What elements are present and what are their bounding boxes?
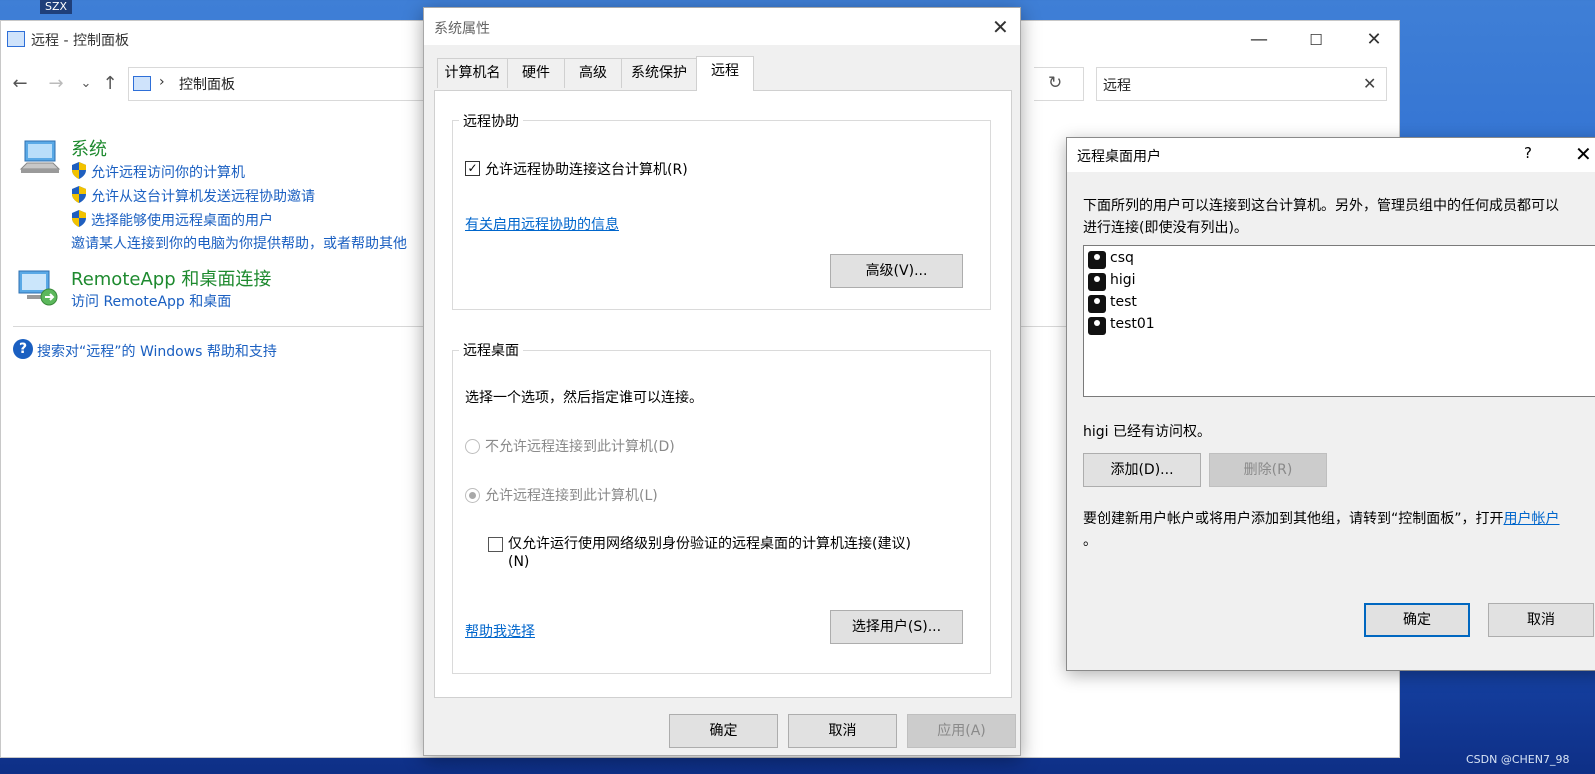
refresh-icon: ↻ xyxy=(1048,73,1063,93)
help-button[interactable]: ? xyxy=(1524,144,1532,162)
refresh-button[interactable]: ↻ xyxy=(1034,67,1084,101)
minimize-button[interactable]: — xyxy=(1248,29,1270,51)
close-button[interactable]: ✕ xyxy=(992,15,1009,39)
deny-remote-radio[interactable] xyxy=(465,439,480,454)
allow-remote-radio[interactable] xyxy=(465,488,480,503)
group-label-remote-assistance: 远程协助 xyxy=(459,111,523,131)
allow-remote-label[interactable]: 允许远程连接到此计算机(L) xyxy=(485,485,658,505)
remote-assistance-info-link[interactable]: 有关启用远程协助的信息 xyxy=(465,214,619,234)
user-name: test01 xyxy=(1110,316,1155,332)
recent-locations-icon[interactable]: ⌄ xyxy=(75,73,97,95)
users-list[interactable]: csq higi test test01 xyxy=(1083,245,1595,397)
tab-panel-remote: 远程协助 ✓ 允许远程协助连接这台计算机(R) 有关启用远程协助的信息 高级(V… xyxy=(434,90,1012,698)
tab-advanced[interactable]: 高级 xyxy=(564,58,622,88)
window-title: 远程 - 控制面板 xyxy=(31,33,129,49)
tab-computer-name[interactable]: 计算机名 xyxy=(437,58,508,88)
uac-shield-icon xyxy=(71,210,87,227)
link-select-remote-users[interactable]: 选择能够使用远程桌面的用户 xyxy=(71,210,431,230)
remoteapp-icon xyxy=(17,269,59,307)
close-button[interactable]: ✕ xyxy=(1363,29,1385,51)
dialog-title-bar[interactable]: 系统属性 ✕ xyxy=(424,8,1020,45)
user-icon xyxy=(1088,273,1106,291)
ok-button[interactable]: 确定 xyxy=(669,714,778,748)
user-icon xyxy=(1088,295,1106,313)
forward-icon[interactable]: → xyxy=(45,73,67,95)
control-panel-icon xyxy=(7,31,25,47)
dialog-title: 系统属性 xyxy=(434,21,490,37)
link-label: 选择能够使用远程桌面的用户 xyxy=(91,213,273,229)
note-end: 。 xyxy=(1083,533,1097,549)
user-accounts-link[interactable]: 用户帐户 xyxy=(1504,511,1560,527)
cancel-button[interactable]: 取消 xyxy=(1488,603,1594,637)
back-icon[interactable]: ← xyxy=(9,73,31,95)
dialog-title-bar[interactable]: 远程桌面用户 ? ✕ xyxy=(1067,138,1595,172)
access-status: higi 已经有访问权。 xyxy=(1083,424,1211,440)
dialog-title: 远程桌面用户 xyxy=(1077,149,1161,165)
link-allow-remote-access[interactable]: 允许远程访问你的计算机 xyxy=(71,162,431,182)
ok-button[interactable]: 确定 xyxy=(1364,603,1470,637)
link-access-remoteapp[interactable]: 访问 RemoteApp 和桌面 xyxy=(71,291,231,311)
clear-search-icon[interactable]: ✕ xyxy=(1363,74,1376,93)
description-line-1: 下面所列的用户可以连接到这台计算机。另外，管理员组中的任何成员都可以 xyxy=(1083,198,1559,214)
user-name: csq xyxy=(1110,250,1134,266)
description-line-2: 进行连接(即使没有列出)。 xyxy=(1083,220,1248,236)
close-button[interactable]: ✕ xyxy=(1575,142,1592,166)
uac-shield-icon xyxy=(71,162,87,179)
link-label: 允许远程访问你的计算机 xyxy=(91,165,245,181)
apply-button[interactable]: 应用(A) xyxy=(907,714,1016,748)
user-icon xyxy=(1088,317,1106,335)
nla-label-shortcut[interactable]: (N) xyxy=(508,554,529,570)
breadcrumb-control-panel[interactable]: 控制面板 xyxy=(179,74,235,94)
list-item[interactable]: higi xyxy=(1088,271,1388,293)
tab-remote[interactable]: 远程 xyxy=(696,56,754,91)
nla-label[interactable]: 仅允许运行使用网络级别身份验证的远程桌面的计算机连接(建议) xyxy=(508,533,911,553)
allow-remote-assistance-label[interactable]: 允许远程协助连接这台计算机(R) xyxy=(485,159,688,179)
address-bar[interactable]: › 控制面板 xyxy=(128,67,428,101)
breadcrumb-separator[interactable]: › xyxy=(159,74,165,90)
user-name: test xyxy=(1110,294,1137,310)
remove-user-button[interactable]: 删除(R) xyxy=(1209,453,1327,487)
desktop-icon-label[interactable]: SZX xyxy=(40,0,72,14)
link-label: 允许从这台计算机发送远程协助邀请 xyxy=(91,189,315,205)
cancel-button[interactable]: 取消 xyxy=(788,714,897,748)
help-icon: ? xyxy=(13,339,33,359)
tab-system-protection[interactable]: 系统保护 xyxy=(621,58,697,88)
watermark: CSDN @CHEN7_98 xyxy=(1466,753,1570,766)
list-item[interactable]: test xyxy=(1088,293,1388,315)
link-invite-help[interactable]: 邀请某人连接到你的电脑为你提供帮助，或者帮助其他 xyxy=(71,233,431,253)
description: 下面所列的用户可以连接到这台计算机。另外，管理员组中的任何成员都可以 进行连接(… xyxy=(1083,195,1595,239)
user-icon xyxy=(1088,251,1106,269)
control-panel-icon xyxy=(133,76,151,91)
uac-shield-icon xyxy=(71,186,87,203)
search-input[interactable]: 远程 ✕ xyxy=(1096,67,1387,101)
nla-checkbox[interactable] xyxy=(488,537,503,552)
remote-desktop-users-dialog: 远程桌面用户 ? ✕ 下面所列的用户可以连接到这台计算机。另外，管理员组中的任何… xyxy=(1066,137,1595,671)
link-send-remote-assistance[interactable]: 允许从这台计算机发送远程协助邀请 xyxy=(71,186,431,206)
maximize-button[interactable]: ☐ xyxy=(1305,29,1327,51)
system-computer-icon xyxy=(19,139,61,177)
user-name: higi xyxy=(1110,272,1136,288)
list-item[interactable]: csq xyxy=(1088,249,1388,271)
help-me-choose-link[interactable]: 帮助我选择 xyxy=(465,621,535,641)
select-users-button[interactable]: 选择用户(S)... xyxy=(830,610,963,644)
remoteapp-heading[interactable]: RemoteApp 和桌面连接 xyxy=(71,265,271,291)
list-item[interactable]: test01 xyxy=(1088,315,1388,337)
advanced-button[interactable]: 高级(V)... xyxy=(830,254,963,288)
link-windows-help[interactable]: 搜索对“远程”的 Windows 帮助和支持 xyxy=(37,341,277,361)
system-heading[interactable]: 系统 xyxy=(71,135,107,161)
deny-remote-label[interactable]: 不允许远程连接到此计算机(D) xyxy=(485,436,675,456)
create-account-note: 要创建新用户帐户或将用户添加到其他组，请转到“控制面板”，打开用户帐户。 xyxy=(1083,508,1595,552)
up-icon[interactable]: ↑ xyxy=(99,73,121,95)
group-label-remote-desktop: 远程桌面 xyxy=(459,340,523,360)
add-user-button[interactable]: 添加(D)... xyxy=(1083,453,1201,487)
tab-hardware[interactable]: 硬件 xyxy=(507,58,565,88)
remote-desktop-instruction: 选择一个选项，然后指定谁可以连接。 xyxy=(465,390,703,406)
system-properties-dialog: 系统属性 ✕ 计算机名 硬件 高级 系统保护 远程 远程协助 ✓ 允许远程协助连… xyxy=(423,7,1021,756)
search-value[interactable]: 远程 xyxy=(1103,75,1131,95)
note-text: 要创建新用户帐户或将用户添加到其他组，请转到“控制面板”，打开 xyxy=(1083,511,1504,527)
allow-remote-assistance-checkbox[interactable]: ✓ xyxy=(465,161,480,176)
